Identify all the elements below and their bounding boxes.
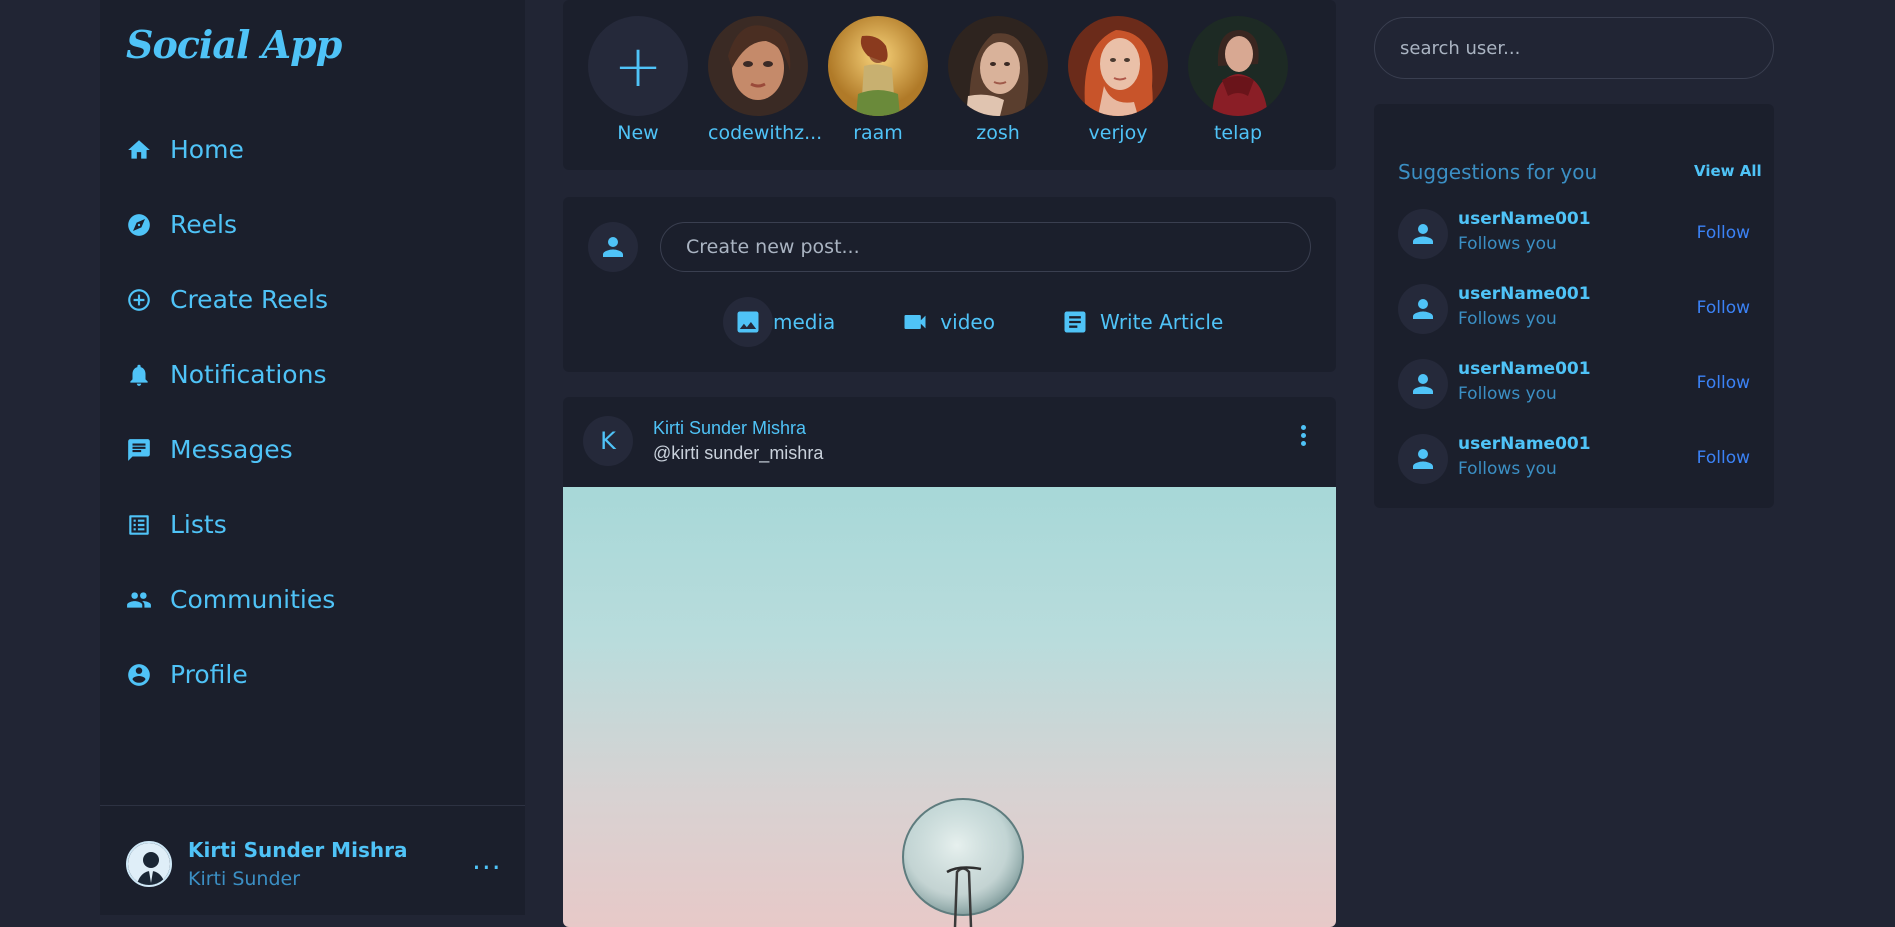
follow-button[interactable]: Follow: [1697, 373, 1750, 393]
suggestion-subtitle: Follows you: [1458, 234, 1557, 254]
follow-button[interactable]: Follow: [1697, 223, 1750, 243]
group-icon: [126, 587, 152, 613]
story-label: zosh: [976, 122, 1020, 144]
story-label: verjoy: [1088, 122, 1148, 144]
post-author-avatar[interactable]: K: [583, 416, 633, 466]
video-button[interactable]: video: [890, 297, 995, 347]
media-label: media: [773, 310, 836, 334]
sidebar: Social App Home Reels Create Reels Notif…: [100, 0, 525, 915]
message-icon: [126, 437, 152, 463]
article-icon: [1050, 297, 1100, 347]
sidebar-item-communities[interactable]: Communities: [126, 562, 335, 637]
story-new[interactable]: + New: [588, 16, 688, 144]
suggestion-subtitle: Follows you: [1458, 459, 1557, 479]
post-actions: media video Write Article: [723, 297, 1278, 347]
app-logo[interactable]: Social App: [126, 22, 342, 67]
story-label: raam: [853, 122, 903, 144]
person-icon: [1398, 434, 1448, 484]
person-icon: [588, 222, 638, 272]
story-avatar: [708, 16, 808, 116]
image-icon: [723, 297, 773, 347]
story-avatar: [1188, 16, 1288, 116]
person-icon: [1398, 209, 1448, 259]
sidebar-item-home[interactable]: Home: [126, 112, 335, 187]
sidebar-item-profile[interactable]: Profile: [126, 637, 335, 712]
videocam-icon: [890, 297, 940, 347]
story-label: codewithz...: [708, 122, 823, 144]
follow-button[interactable]: Follow: [1697, 448, 1750, 468]
person-icon: [1398, 284, 1448, 334]
home-icon: [126, 137, 152, 163]
suggestion-row: userName001 Follows you Follow: [1398, 284, 1750, 334]
list-icon: [126, 512, 152, 538]
add-circle-icon: [126, 287, 152, 313]
suggestion-row: userName001 Follows you Follow: [1398, 434, 1750, 484]
current-user[interactable]: Kirti Sunder Mishra Kirti Sunder: [126, 838, 407, 890]
sidebar-item-label: Communities: [170, 585, 336, 614]
suggestion-username[interactable]: userName001: [1458, 434, 1591, 454]
post-card: K Kirti Sunder Mishra @kirti sunder_mish…: [563, 397, 1336, 927]
create-post-card: media video Write Article: [563, 197, 1336, 372]
person-icon: [1398, 359, 1448, 409]
sidebar-item-lists[interactable]: Lists: [126, 487, 335, 562]
story-item[interactable]: telap: [1188, 16, 1288, 144]
sidebar-item-label: Messages: [170, 435, 293, 464]
sidebar-item-messages[interactable]: Messages: [126, 412, 335, 487]
suggestion-username[interactable]: userName001: [1458, 359, 1591, 379]
avatar: [126, 841, 172, 887]
sidebar-item-notifications[interactable]: Notifications: [126, 337, 335, 412]
sidebar-item-label: Lists: [170, 510, 227, 539]
story-avatar: [828, 16, 928, 116]
story-item[interactable]: codewithz...: [708, 16, 823, 144]
post-author-name[interactable]: Kirti Sunder Mishra: [653, 418, 806, 439]
current-user-handle: Kirti Sunder: [188, 868, 301, 890]
compass-icon: [126, 212, 152, 238]
suggestions-title: Suggestions for you: [1398, 160, 1598, 184]
media-button[interactable]: media: [723, 297, 835, 347]
write-article-button[interactable]: Write Article: [1050, 297, 1223, 347]
bell-icon: [126, 362, 152, 388]
add-story-icon: +: [588, 16, 688, 116]
post-image[interactable]: [563, 487, 1336, 927]
write-article-label: Write Article: [1099, 310, 1224, 334]
stories-bar: + New codewithz... raam zosh verjoy tela…: [563, 0, 1336, 170]
current-user-info: Kirti Sunder Mishra Kirti Sunder: [188, 838, 407, 890]
more-options-icon[interactable]: ...: [472, 846, 502, 874]
story-avatar: [1068, 16, 1168, 116]
story-label: telap: [1213, 122, 1263, 144]
suggestion-subtitle: Follows you: [1458, 384, 1557, 404]
follow-button[interactable]: Follow: [1697, 298, 1750, 318]
sidebar-item-label: Notifications: [170, 360, 327, 389]
sidebar-nav: Home Reels Create Reels Notifications Me…: [126, 112, 335, 712]
sidebar-item-label: Home: [170, 135, 244, 164]
story-label: New: [617, 122, 659, 144]
suggestions-card: Suggestions for you View All userName001…: [1374, 104, 1774, 508]
create-post-input[interactable]: [660, 222, 1311, 272]
story-avatar: [948, 16, 1048, 116]
sidebar-item-label: Profile: [170, 660, 248, 689]
video-label: video: [940, 310, 995, 334]
suggestion-row: userName001 Follows you Follow: [1398, 359, 1750, 409]
story-item[interactable]: zosh: [948, 16, 1048, 144]
suggestion-username[interactable]: userName001: [1458, 284, 1591, 304]
suggestion-row: userName001 Follows you Follow: [1398, 209, 1750, 259]
suggestion-subtitle: Follows you: [1458, 309, 1557, 329]
search-user-input[interactable]: [1374, 17, 1774, 79]
story-item[interactable]: raam: [828, 16, 928, 144]
sidebar-item-reels[interactable]: Reels: [126, 187, 335, 262]
sidebar-divider: [100, 805, 525, 806]
view-all-link[interactable]: View All: [1694, 162, 1762, 180]
account-circle-icon: [126, 662, 152, 688]
current-user-name: Kirti Sunder Mishra: [188, 838, 408, 862]
sidebar-item-label: Reels: [170, 210, 237, 239]
story-item[interactable]: verjoy: [1068, 16, 1168, 144]
more-vert-icon[interactable]: [1293, 425, 1313, 449]
suggestion-username[interactable]: userName001: [1458, 209, 1591, 229]
sidebar-item-create-reels[interactable]: Create Reels: [126, 262, 335, 337]
sidebar-item-label: Create Reels: [170, 285, 328, 314]
post-author-handle: @kirti sunder_mishra: [653, 443, 824, 463]
